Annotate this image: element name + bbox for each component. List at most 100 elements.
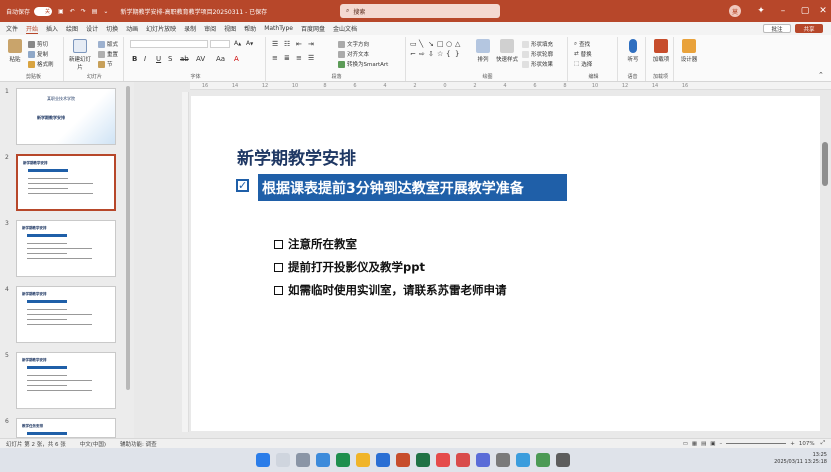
tab-item[interactable]: 幻灯片放映 (146, 24, 176, 33)
arrange-button[interactable]: 排列 (474, 39, 492, 63)
shape-effects-button[interactable]: 形状效果 (522, 60, 553, 68)
designer-button[interactable]: 设计器 (680, 39, 698, 63)
reading-view-icon[interactable]: ▣ (710, 441, 715, 447)
tab-item[interactable]: 帮助 (244, 24, 256, 33)
zoom-in-icon[interactable]: + (790, 441, 795, 447)
sorter-view-icon[interactable]: ▤ (701, 441, 706, 447)
reset-button[interactable]: 重置 (98, 50, 118, 58)
tab-item[interactable]: 金山文档 (333, 24, 357, 33)
smartart-button[interactable]: 转换为SmartArt (338, 60, 388, 68)
slide-thumbnail[interactable]: 新学期教学安排 (16, 286, 116, 343)
tab-item[interactable]: 百度网盘 (301, 24, 325, 33)
chat-app-icon[interactable] (336, 453, 350, 467)
dictate-button[interactable]: 听写 (624, 39, 642, 63)
comment-button[interactable]: 批注 (763, 24, 791, 33)
find-button[interactable]: ⌕ 查找 (574, 40, 590, 49)
align-left-button[interactable]: ≡ (272, 54, 278, 62)
shadow-button[interactable]: S (168, 55, 172, 63)
wps-icon[interactable] (456, 453, 470, 467)
bold-button[interactable]: B (132, 55, 137, 63)
grow-font-button[interactable]: A ▲ (234, 40, 241, 47)
tab-item[interactable]: 视图 (224, 24, 236, 33)
indent-button[interactable]: ⇤ (296, 40, 302, 48)
bullet-item[interactable]: 如需临时使用实训室，请联系苏雷老师申请 (274, 282, 507, 298)
excel-icon[interactable] (416, 453, 430, 467)
search-icon[interactable] (276, 453, 290, 467)
tab-item[interactable]: 设计 (86, 24, 98, 33)
lightbulb-icon[interactable]: ✦ (750, 0, 772, 22)
copy-button[interactable]: 复制 (28, 50, 48, 58)
new-slide-button[interactable]: 新建幻灯片 (68, 39, 92, 71)
bullets-button[interactable]: ☰ (272, 40, 278, 48)
tab-item[interactable]: 切换 (106, 24, 118, 33)
windows-start-icon[interactable] (256, 453, 270, 467)
autosave-switch[interactable]: 关 (34, 6, 53, 16)
app-icon[interactable] (536, 453, 550, 467)
replace-button[interactable]: ⇄ 替换 (574, 50, 592, 58)
language[interactable]: 中文(中国) (80, 440, 106, 448)
file-explorer-icon[interactable] (356, 453, 370, 467)
save-icon[interactable]: ▣ (58, 8, 64, 15)
tab-item[interactable]: 插入 (46, 24, 58, 33)
accessibility-status[interactable]: 辅助功能: 调查 (120, 440, 157, 448)
zoom-slider[interactable] (726, 443, 787, 444)
app-icon[interactable] (556, 453, 570, 467)
tab-item[interactable]: 审阅 (204, 24, 216, 33)
powerpoint-icon[interactable] (396, 453, 410, 467)
zoom-out-icon[interactable]: – (720, 441, 723, 447)
task-view-icon[interactable] (296, 453, 310, 467)
normal-view-icon[interactable]: ▦ (692, 441, 697, 447)
underline-button[interactable]: U (156, 55, 161, 63)
format-painter-button[interactable]: 格式刷 (28, 60, 54, 68)
paste-button[interactable]: 粘贴 (6, 39, 24, 63)
tab-item[interactable]: MathType (264, 25, 293, 32)
thumbnail-scrollbar[interactable] (126, 86, 130, 390)
chrome-icon[interactable] (436, 453, 450, 467)
addins-button[interactable]: 加载项 (652, 39, 670, 63)
bullet-item[interactable]: 提前打开投影仪及教学ppt (274, 259, 425, 275)
collapse-ribbon-icon[interactable]: ⌃ (818, 71, 824, 79)
case-button[interactable]: Aa (216, 55, 225, 63)
slide-thumbnail[interactable]: 某职业技术学院 新学期教学安排 (16, 88, 116, 145)
font-name-select[interactable] (130, 40, 208, 48)
avatar[interactable]: 莫 (728, 0, 742, 22)
italic-button[interactable]: I (144, 55, 146, 63)
app-icon[interactable] (516, 453, 530, 467)
spacing-button[interactable]: AV (196, 55, 205, 63)
quick-styles-button[interactable]: 快速样式 (496, 39, 518, 63)
tab-item[interactable]: 开始 (26, 24, 39, 34)
slide-canvas[interactable]: 新学期教学安排 ✓ 根据课表提前3分钟到达教室开展教学准备 注意所在教室 提前打… (191, 96, 820, 431)
shrink-font-button[interactable]: A ▼ (246, 40, 253, 47)
redo-icon[interactable]: ↷ (81, 8, 86, 15)
align-center-button[interactable]: ≣ (284, 54, 290, 62)
slide-scrollbar[interactable] (822, 142, 828, 186)
present-icon[interactable]: ▤ (92, 8, 98, 15)
app-icon[interactable] (496, 453, 510, 467)
notes-icon[interactable]: ▭ (683, 441, 688, 447)
share-button[interactable]: 共享 (795, 24, 823, 33)
outdent-button[interactable]: ⇥ (308, 40, 314, 48)
slide-thumbnail[interactable]: 新学期教学安排 (16, 154, 116, 211)
cut-button[interactable]: 剪切 (28, 40, 48, 48)
slide-thumbnail[interactable]: 新学期教学安排 (16, 220, 116, 277)
system-clock[interactable]: 13:25 2025/03/11 13:25:18 (774, 452, 827, 466)
shape-fill-button[interactable]: 形状填充 (522, 40, 553, 48)
autosave-toggle[interactable]: 自动保存 关 (6, 6, 53, 16)
search-box[interactable]: ⌕ 搜索 (340, 4, 500, 18)
select-button[interactable]: ⬚ 选择 (574, 60, 592, 68)
font-size-select[interactable] (210, 40, 230, 48)
shapes-gallery[interactable]: ▭ ╲ ↘ □ ○ △ ⌐ ⇨ ⇩ ☆ { } (410, 40, 472, 68)
tab-item[interactable]: 动画 (126, 24, 138, 33)
app-icon[interactable] (476, 453, 490, 467)
justify-button[interactable]: ☰ (308, 54, 314, 62)
align-right-button[interactable]: ≡ (296, 54, 302, 62)
section-button[interactable]: 节 (98, 60, 113, 68)
slide-thumbnail[interactable]: 教学任务安排 (16, 418, 116, 457)
slide-title[interactable]: 新学期教学安排 (237, 144, 356, 169)
minimize-icon[interactable]: – (772, 0, 794, 22)
tab-item[interactable]: 绘图 (66, 24, 78, 33)
close-icon[interactable]: ✕ (812, 0, 831, 22)
chevron-down-icon[interactable]: ⌄ (103, 8, 108, 15)
word-icon[interactable] (376, 453, 390, 467)
strike-button[interactable]: ab (180, 55, 189, 63)
